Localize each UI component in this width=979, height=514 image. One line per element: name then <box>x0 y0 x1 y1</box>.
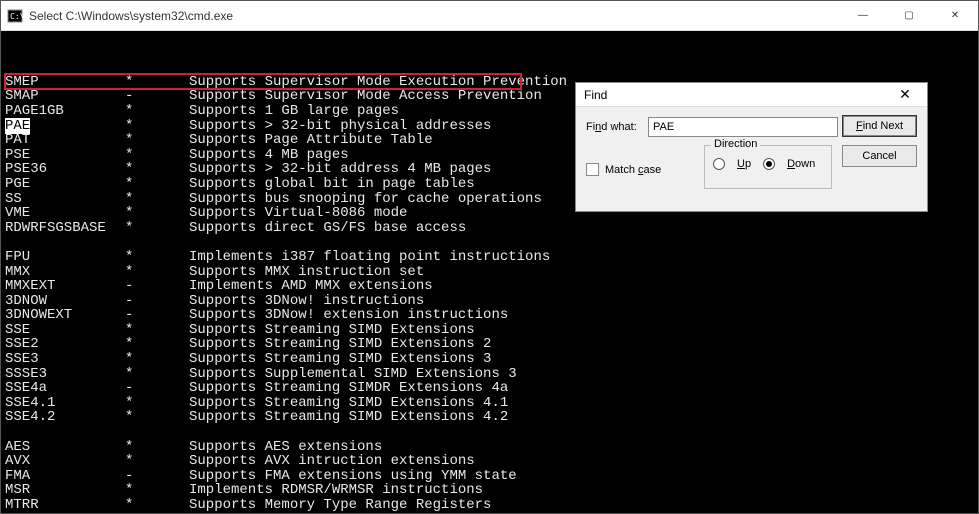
cmd-window: C:\ Select C:\Windows\system32\cmd.exe —… <box>0 0 979 514</box>
direction-group: Direction Up Down <box>704 145 832 189</box>
console-row: SSE3*Supports Streaming SIMD Extensions … <box>5 352 974 367</box>
console-row: SSE*Supports Streaming SIMD Extensions <box>5 323 974 338</box>
direction-down-radio[interactable] <box>763 158 775 170</box>
find-what-input[interactable] <box>648 117 838 137</box>
console-row: FMA-Supports FMA extensions using YMM st… <box>5 469 974 484</box>
direction-legend: Direction <box>711 138 760 150</box>
console-row: AVX*Supports AVX intruction extensions <box>5 454 974 469</box>
find-body: Find what: Find Next Cancel Match case D… <box>576 107 927 211</box>
console-row: MSR*Implements RDMSR/WRMSR instructions <box>5 483 974 498</box>
cmd-icon: C:\ <box>7 8 23 24</box>
console-row: SSE4a-Supports Streaming SIMDR Extension… <box>5 381 974 396</box>
match-case-label: Match case <box>605 164 661 176</box>
find-dialog: Find ✕ Find what: Find Next Cancel Match… <box>575 82 928 212</box>
console-row: SSE2*Supports Streaming SIMD Extensions … <box>5 337 974 352</box>
close-button[interactable]: ✕ <box>932 1 978 31</box>
find-titlebar[interactable]: Find ✕ <box>576 83 927 107</box>
console-row: SSSE3*Supports Supplemental SIMD Extensi… <box>5 367 974 382</box>
console-row: SSE4.2*Supports Streaming SIMD Extension… <box>5 410 974 425</box>
find-title: Find <box>584 88 891 102</box>
up-label: Up <box>737 158 751 170</box>
checkbox-icon <box>586 163 599 176</box>
console-row: RDWRFSGSBASE*Supports direct GS/FS base … <box>5 221 974 236</box>
console-row: 3DNOWEXT-Supports 3DNow! extension instr… <box>5 308 974 323</box>
cancel-button[interactable]: Cancel <box>842 145 917 167</box>
console-row: FPU*Implements i387 floating point instr… <box>5 250 974 265</box>
find-close-button[interactable]: ✕ <box>891 84 919 106</box>
direction-up-radio[interactable] <box>713 158 725 170</box>
match-case-checkbox[interactable]: Match case <box>586 163 661 176</box>
console-row: AES*Supports AES extensions <box>5 440 974 455</box>
maximize-button[interactable]: ▢ <box>886 1 932 31</box>
console-row: SSE4.1*Supports Streaming SIMD Extension… <box>5 396 974 411</box>
console-row: MTRR*Supports Memory Type Range Register… <box>5 498 974 513</box>
find-what-label: Find what: <box>586 121 648 133</box>
svg-text:C:\: C:\ <box>10 12 23 21</box>
console-row: MMXEXT-Implements AMD MMX extensions <box>5 279 974 294</box>
minimize-button[interactable]: — <box>840 1 886 31</box>
titlebar[interactable]: C:\ Select C:\Windows\system32\cmd.exe —… <box>1 1 978 31</box>
find-next-button[interactable]: Find Next <box>842 115 917 137</box>
window-controls: — ▢ ✕ <box>840 1 978 31</box>
console-row: MMX*Supports MMX instruction set <box>5 265 974 280</box>
console-row <box>5 235 974 250</box>
console-row <box>5 425 974 440</box>
console-row: 3DNOW-Supports 3DNow! instructions <box>5 294 974 309</box>
down-label: Down <box>787 158 815 170</box>
window-title: Select C:\Windows\system32\cmd.exe <box>29 9 840 23</box>
